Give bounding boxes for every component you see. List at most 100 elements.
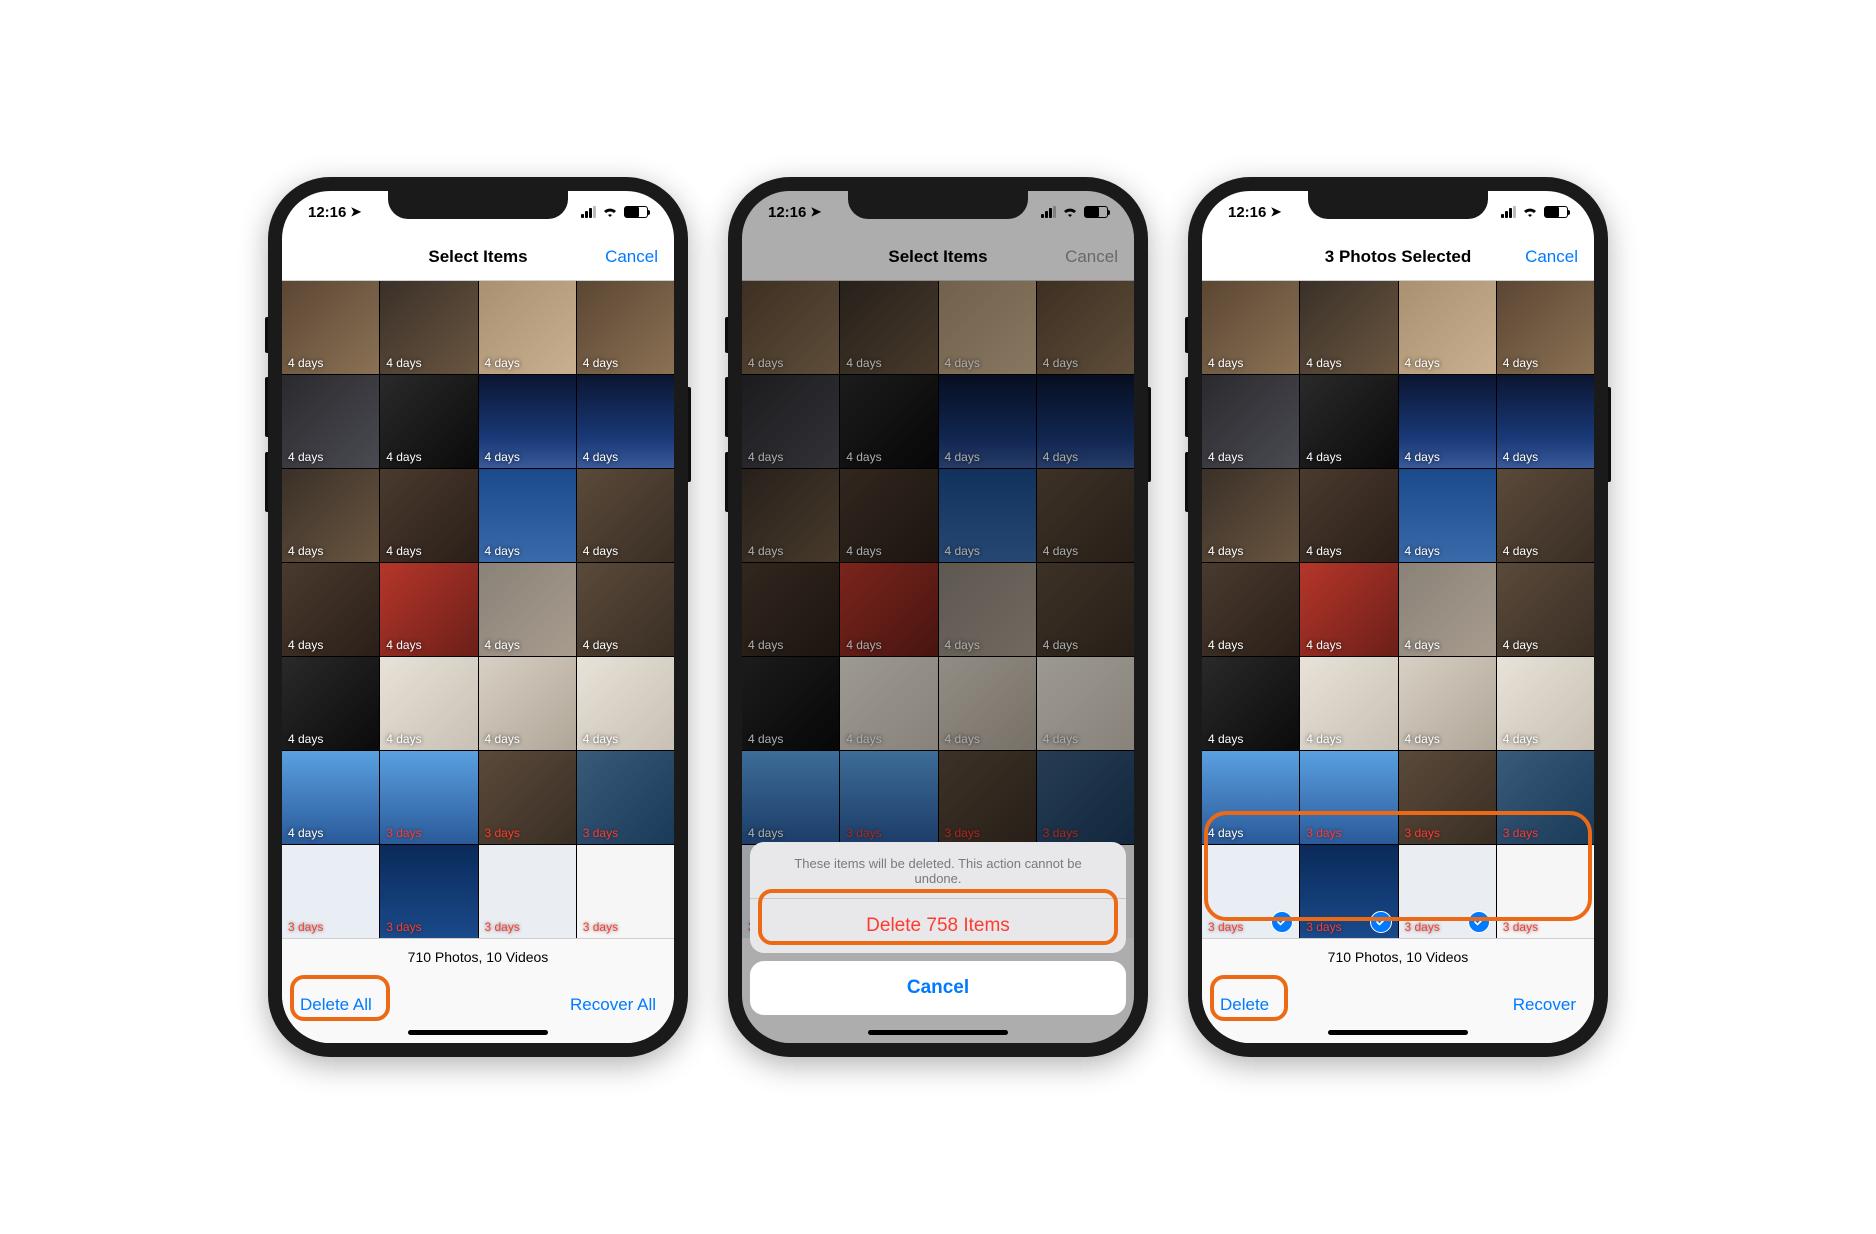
days-remaining-label: 3 days	[386, 826, 421, 840]
photo-thumbnail[interactable]: 3 days	[479, 845, 576, 938]
photo-thumbnail[interactable]: 3 days	[1399, 751, 1496, 844]
delete-button[interactable]: Delete	[1220, 995, 1269, 1015]
days-remaining-label: 4 days	[288, 450, 323, 464]
days-remaining-label: 4 days	[1208, 826, 1243, 840]
days-remaining-label: 4 days	[1208, 732, 1243, 746]
photo-thumbnail[interactable]: 3 days	[282, 845, 379, 938]
photo-thumbnail[interactable]: 4 days	[1497, 657, 1594, 750]
photo-thumbnail[interactable]: 4 days	[1202, 281, 1299, 374]
photo-thumbnail[interactable]: 4 days	[380, 469, 477, 562]
photo-thumbnail[interactable]: 4 days	[380, 375, 477, 468]
photo-thumbnail[interactable]: 4 days	[479, 281, 576, 374]
photo-thumbnail[interactable]: 4 days	[282, 469, 379, 562]
photo-thumbnail[interactable]: 3 days	[577, 845, 674, 938]
photo-thumbnail[interactable]: 4 days	[1300, 281, 1397, 374]
nav-bar: 3 Photos Selected Cancel	[1202, 233, 1594, 281]
photo-thumbnail[interactable]: 4 days	[1300, 563, 1397, 656]
photo-thumbnail[interactable]: 4 days	[1497, 281, 1594, 374]
photo-thumbnail[interactable]: 4 days	[1399, 657, 1496, 750]
days-remaining-label: 3 days	[1503, 920, 1538, 934]
photo-thumbnail[interactable]: 4 days	[1300, 469, 1397, 562]
wifi-icon	[1522, 204, 1538, 221]
notch	[388, 191, 568, 219]
item-count-label: 710 Photos, 10 Videos	[300, 949, 656, 995]
photo-thumbnail[interactable]: 4 days	[577, 281, 674, 374]
photo-thumbnail[interactable]: 4 days	[1399, 281, 1496, 374]
days-remaining-label: 3 days	[1306, 826, 1341, 840]
days-remaining-label: 3 days	[288, 920, 323, 934]
photo-thumbnail[interactable]: 4 days	[380, 281, 477, 374]
photo-thumbnail[interactable]: 4 days	[577, 375, 674, 468]
photo-thumbnail[interactable]: 3 days	[1202, 845, 1299, 938]
photo-thumbnail[interactable]: 4 days	[479, 563, 576, 656]
photo-thumbnail[interactable]: 4 days	[577, 657, 674, 750]
days-remaining-label: 4 days	[583, 356, 618, 370]
photo-thumbnail[interactable]: 4 days	[1399, 375, 1496, 468]
photo-thumbnail[interactable]: 4 days	[1399, 469, 1496, 562]
photo-thumbnail[interactable]: 4 days	[577, 469, 674, 562]
photo-thumbnail[interactable]: 4 days	[1399, 563, 1496, 656]
photo-thumbnail[interactable]: 3 days	[1399, 845, 1496, 938]
action-sheet: These items will be deleted. This action…	[750, 842, 1126, 1015]
home-indicator[interactable]	[868, 1030, 1008, 1035]
photo-grid[interactable]: 4 days4 days4 days4 days4 days4 days4 da…	[1202, 281, 1594, 938]
photo-thumbnail[interactable]: 3 days	[479, 751, 576, 844]
days-remaining-label: 4 days	[1208, 356, 1243, 370]
wifi-icon	[602, 204, 618, 221]
days-remaining-label: 4 days	[386, 638, 421, 652]
days-remaining-label: 4 days	[583, 732, 618, 746]
photo-thumbnail[interactable]: 3 days	[1300, 751, 1397, 844]
days-remaining-label: 4 days	[386, 450, 421, 464]
photo-thumbnail[interactable]: 3 days	[1300, 845, 1397, 938]
photo-thumbnail[interactable]: 4 days	[1497, 375, 1594, 468]
photo-thumbnail[interactable]: 3 days	[380, 751, 477, 844]
days-remaining-label: 4 days	[386, 732, 421, 746]
days-remaining-label: 4 days	[288, 732, 323, 746]
photo-thumbnail[interactable]: 3 days	[380, 845, 477, 938]
home-indicator[interactable]	[408, 1030, 548, 1035]
days-remaining-label: 4 days	[485, 544, 520, 558]
photo-thumbnail[interactable]: 4 days	[282, 657, 379, 750]
days-remaining-label: 4 days	[1208, 544, 1243, 558]
photo-thumbnail[interactable]: 4 days	[282, 375, 379, 468]
photo-thumbnail[interactable]: 4 days	[282, 281, 379, 374]
photo-thumbnail[interactable]: 4 days	[380, 563, 477, 656]
days-remaining-label: 4 days	[1503, 732, 1538, 746]
photo-thumbnail[interactable]: 4 days	[1497, 563, 1594, 656]
photo-thumbnail[interactable]: 4 days	[1202, 375, 1299, 468]
photo-thumbnail[interactable]: 4 days	[1300, 375, 1397, 468]
photo-thumbnail[interactable]: 4 days	[479, 657, 576, 750]
photo-thumbnail[interactable]: 3 days	[1497, 751, 1594, 844]
photo-grid[interactable]: 4 days4 days4 days4 days4 days4 days4 da…	[282, 281, 674, 938]
photo-thumbnail[interactable]: 4 days	[577, 563, 674, 656]
photo-thumbnail[interactable]: 4 days	[282, 751, 379, 844]
delete-items-button[interactable]: Delete 758 Items	[750, 898, 1126, 953]
photo-thumbnail[interactable]: 3 days	[577, 751, 674, 844]
nav-bar: Select Items Cancel	[282, 233, 674, 281]
days-remaining-label: 4 days	[1306, 638, 1341, 652]
days-remaining-label: 4 days	[386, 356, 421, 370]
page-title: 3 Photos Selected	[1325, 247, 1471, 267]
photo-thumbnail[interactable]: 3 days	[1497, 845, 1594, 938]
recover-all-button[interactable]: Recover All	[570, 995, 656, 1015]
photo-thumbnail[interactable]: 4 days	[1300, 657, 1397, 750]
photo-thumbnail[interactable]: 4 days	[1202, 751, 1299, 844]
cancel-button[interactable]: Cancel	[605, 247, 658, 267]
photo-thumbnail[interactable]: 4 days	[479, 469, 576, 562]
photo-thumbnail[interactable]: 4 days	[1202, 469, 1299, 562]
cancel-button[interactable]: Cancel	[1525, 247, 1578, 267]
days-remaining-label: 3 days	[386, 920, 421, 934]
location-icon: ➤	[350, 204, 361, 220]
days-remaining-label: 4 days	[1405, 450, 1440, 464]
days-remaining-label: 4 days	[288, 356, 323, 370]
recover-button[interactable]: Recover	[1513, 995, 1576, 1015]
home-indicator[interactable]	[1328, 1030, 1468, 1035]
photo-thumbnail[interactable]: 4 days	[1202, 563, 1299, 656]
photo-thumbnail[interactable]: 4 days	[1497, 469, 1594, 562]
sheet-cancel-button[interactable]: Cancel	[750, 961, 1126, 1015]
photo-thumbnail[interactable]: 4 days	[479, 375, 576, 468]
delete-all-button[interactable]: Delete All	[300, 995, 372, 1015]
photo-thumbnail[interactable]: 4 days	[1202, 657, 1299, 750]
photo-thumbnail[interactable]: 4 days	[282, 563, 379, 656]
photo-thumbnail[interactable]: 4 days	[380, 657, 477, 750]
